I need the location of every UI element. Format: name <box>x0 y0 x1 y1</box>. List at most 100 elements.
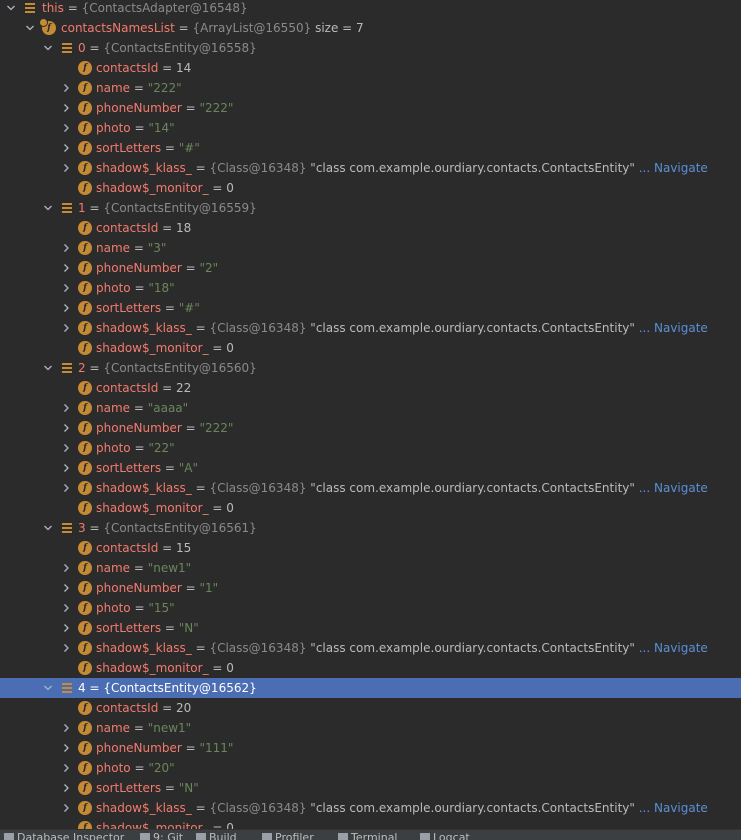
navigate-link[interactable]: ... Navigate <box>639 801 708 815</box>
expand-chevron-icon[interactable] <box>59 278 73 298</box>
navigate-link[interactable]: ... Navigate <box>639 161 708 175</box>
field-name: photo <box>96 601 131 615</box>
field-value: {Class@16348} <box>209 321 307 335</box>
expand-chevron-icon[interactable] <box>59 258 73 278</box>
navigate-link[interactable]: ... Navigate <box>639 481 708 495</box>
tree-row-entry[interactable]: 2 = {ContactsEntity@16560} <box>0 358 741 378</box>
tree-row-field[interactable]: f shadow$_klass_ = {Class@16348} "class c… <box>0 478 741 498</box>
expand-chevron-icon[interactable] <box>59 778 73 798</box>
list-icon <box>60 201 74 215</box>
separator-text: = <box>161 621 179 635</box>
tree-row-field[interactable]: f shadow$_monitor_ = 0 <box>0 498 741 518</box>
field-icon: f <box>78 81 92 95</box>
expand-chevron-icon[interactable] <box>59 798 73 818</box>
collapse-chevron-icon[interactable] <box>41 198 55 218</box>
expand-chevron-icon[interactable] <box>59 718 73 738</box>
tree-row-field[interactable]: f sortLetters = "N" <box>0 778 741 798</box>
field-icon: f <box>78 581 92 595</box>
tree-row-entry[interactable]: 0 = {ContactsEntity@16558} <box>0 38 741 58</box>
expand-chevron-icon[interactable] <box>59 418 73 438</box>
separator-text: = <box>208 501 227 515</box>
tree-row-field[interactable]: f phoneNumber = "1" <box>0 578 741 598</box>
tree-row-field[interactable]: f contactsId = 20 <box>0 698 741 718</box>
list-icon <box>60 681 74 695</box>
tree-row-field[interactable]: f sortLetters = "A" <box>0 458 741 478</box>
variables-tree[interactable]: this = {ContactsAdapter@16548} f contactsN… <box>0 0 741 829</box>
expand-chevron-icon[interactable] <box>59 578 73 598</box>
field-value: "A" <box>178 461 199 475</box>
tree-row-field[interactable]: f name = "new1" <box>0 718 741 738</box>
tree-row-field[interactable]: f name = "222" <box>0 78 741 98</box>
separator-text: = <box>208 181 227 195</box>
tree-row-field[interactable]: f photo = "22" <box>0 438 741 458</box>
tree-row-field[interactable]: f sortLetters = "#" <box>0 298 741 318</box>
tree-row-this[interactable]: this = {ContactsAdapter@16548} <box>0 0 741 18</box>
tree-row-entry[interactable]: 1 = {ContactsEntity@16559} <box>0 198 741 218</box>
tool-window-bar: Database Inspector 9: Git Build Profiler Ter… <box>0 829 741 840</box>
tree-row-field[interactable]: f contactsId = 22 <box>0 378 741 398</box>
tree-row-entry[interactable]: 4 = {ContactsEntity@16562} <box>0 678 741 698</box>
tree-row-field[interactable]: f phoneNumber = "111" <box>0 738 741 758</box>
expand-chevron-icon[interactable] <box>59 478 73 498</box>
tree-row-field[interactable]: f shadow$_monitor_ = 0 <box>0 178 741 198</box>
navigate-link[interactable]: ... Navigate <box>639 321 708 335</box>
collapse-chevron-icon[interactable] <box>4 0 18 18</box>
expand-chevron-icon[interactable] <box>59 298 73 318</box>
tree-row-field[interactable]: f contactsId = 14 <box>0 58 741 78</box>
expand-chevron-icon[interactable] <box>59 158 73 178</box>
expand-chevron-icon[interactable] <box>59 738 73 758</box>
navigate-link[interactable]: ... Navigate <box>639 641 708 655</box>
tree-row-field[interactable]: f photo = "20" <box>0 758 741 778</box>
collapse-chevron-icon[interactable] <box>41 358 55 378</box>
tree-row-entry[interactable]: 3 = {ContactsEntity@16561} <box>0 518 741 538</box>
tree-row-field[interactable]: f shadow$_monitor_ = 0 <box>0 338 741 358</box>
expand-chevron-icon[interactable] <box>59 758 73 778</box>
tree-row-field[interactable]: f photo = "15" <box>0 598 741 618</box>
tree-row-field[interactable]: f phoneNumber = "222" <box>0 418 741 438</box>
expand-chevron-icon[interactable] <box>59 618 73 638</box>
field-name: shadow$_klass_ <box>96 481 192 495</box>
tree-row-field[interactable]: f name = "3" <box>0 238 741 258</box>
expand-chevron-icon[interactable] <box>59 78 73 98</box>
expand-chevron-icon[interactable] <box>59 458 73 478</box>
tree-row-field[interactable]: f phoneNumber = "222" <box>0 98 741 118</box>
expand-chevron-icon[interactable] <box>59 318 73 338</box>
tree-row-field[interactable]: f shadow$_monitor_ = 0 <box>0 658 741 678</box>
collapse-chevron-icon[interactable] <box>23 18 37 38</box>
field-icon: f <box>78 221 92 235</box>
expand-chevron-icon[interactable] <box>59 138 73 158</box>
tree-row-field[interactable]: f photo = "14" <box>0 118 741 138</box>
expand-chevron-icon[interactable] <box>59 438 73 458</box>
tree-row-field[interactable]: f contactsId = 15 <box>0 538 741 558</box>
expand-chevron-icon[interactable] <box>59 598 73 618</box>
tree-row-field[interactable]: f shadow$_klass_ = {Class@16348} "class c… <box>0 158 741 178</box>
tree-row-field[interactable]: f phoneNumber = "2" <box>0 258 741 278</box>
tree-row-field[interactable]: f shadow$_klass_ = {Class@16348} "class c… <box>0 798 741 818</box>
collapse-chevron-icon[interactable] <box>41 678 55 698</box>
field-string-preview: "class com.example.ourdiary.contacts.Con… <box>310 641 635 655</box>
tree-row-field[interactable]: f photo = "18" <box>0 278 741 298</box>
field-value: 22 <box>176 381 192 395</box>
separator-text: = <box>181 101 200 115</box>
expand-chevron-icon[interactable] <box>59 638 73 658</box>
tree-row-field[interactable]: f shadow$_klass_ = {Class@16348} "class c… <box>0 318 741 338</box>
tree-row-contacts-list[interactable]: f contactsNamesList = {ArrayList@16550} s… <box>0 18 741 38</box>
collapse-chevron-icon[interactable] <box>41 38 55 58</box>
variable-name: this <box>42 1 64 15</box>
separator-text: = <box>191 641 210 655</box>
separator-text: = <box>191 481 210 495</box>
expand-chevron-icon[interactable] <box>59 118 73 138</box>
tree-row-field[interactable]: f sortLetters = "N" <box>0 618 741 638</box>
expand-chevron-icon[interactable] <box>59 238 73 258</box>
tree-row-field[interactable]: f shadow$_monitor_ = 0 <box>0 818 741 829</box>
tree-row-field[interactable]: f name = "new1" <box>0 558 741 578</box>
expand-chevron-icon[interactable] <box>59 398 73 418</box>
tree-row-field[interactable]: f name = "aaaa" <box>0 398 741 418</box>
collapse-chevron-icon[interactable] <box>41 518 55 538</box>
entry-index: 2 <box>78 361 86 375</box>
expand-chevron-icon[interactable] <box>59 98 73 118</box>
tree-row-field[interactable]: f shadow$_klass_ = {Class@16348} "class c… <box>0 638 741 658</box>
expand-chevron-icon[interactable] <box>59 558 73 578</box>
tree-row-field[interactable]: f sortLetters = "#" <box>0 138 741 158</box>
tree-row-field[interactable]: f contactsId = 18 <box>0 218 741 238</box>
